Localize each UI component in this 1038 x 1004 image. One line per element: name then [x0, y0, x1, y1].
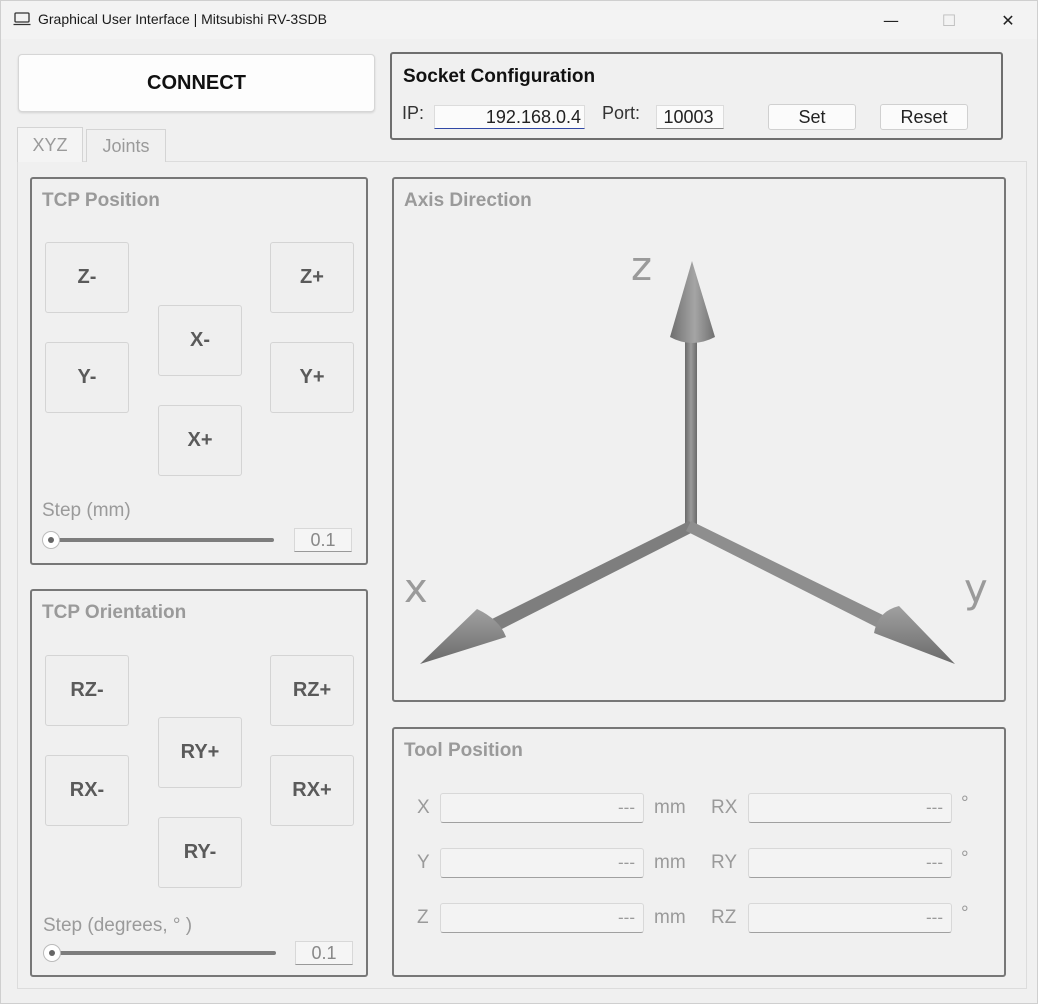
z-minus-button[interactable]: Z- [45, 242, 129, 313]
tool-z-field: --- [440, 903, 644, 933]
tool-z-unit: mm [654, 907, 686, 928]
tool-x-field: --- [440, 793, 644, 823]
port-label: Port: [602, 103, 641, 123]
port-input[interactable]: 10003 [656, 105, 724, 129]
step-mm-label: Step (mm) [42, 500, 131, 521]
step-degrees-value[interactable]: 0.1 [295, 941, 353, 965]
y-axis-label: y [964, 566, 988, 612]
z-plus-button[interactable]: Z+ [270, 242, 354, 313]
laptop-icon [13, 12, 31, 26]
tool-position-group: Tool Position X --- mm RX --- ° Y --- mm… [392, 727, 1006, 977]
rz-minus-button[interactable]: RZ- [45, 655, 129, 726]
connect-button[interactable]: CONNECT [18, 54, 375, 112]
ry-plus-button[interactable]: RY+ [158, 717, 242, 788]
z-axis-label: z [631, 244, 652, 290]
tool-rz-unit: ° [961, 903, 969, 924]
tool-rz-label: RZ [711, 907, 737, 928]
tcp-position-group: TCP Position Z- Z+ X- Y- Y+ X+ Step (mm)… [30, 177, 368, 565]
socket-configuration-title: Socket Configuration [403, 66, 596, 87]
title-bar: Graphical User Interface | Mitsubishi RV… [1, 1, 1037, 39]
step-degrees-slider-track[interactable] [46, 951, 276, 955]
tool-y-label: Y [417, 852, 430, 873]
maximize-button[interactable]: ☐ [926, 1, 972, 39]
tcp-orientation-title: TCP Orientation [42, 602, 187, 623]
app-window: Graphical User Interface | Mitsubishi RV… [0, 0, 1038, 1004]
tcp-orientation-group: TCP Orientation RZ- RZ+ RY+ RX- RX+ RY- … [30, 589, 368, 977]
ip-input[interactable]: 192.168.0.4 [434, 105, 585, 129]
close-button[interactable]: ✕ [985, 1, 1031, 39]
x-axis-label: x [404, 566, 428, 612]
z-axis-arrowhead [670, 261, 715, 343]
tool-z-label: Z [417, 907, 429, 928]
rz-plus-button[interactable]: RZ+ [270, 655, 354, 726]
tab-joints[interactable]: Joints [86, 129, 166, 162]
y-minus-button[interactable]: Y- [45, 342, 129, 413]
set-button[interactable]: Set [768, 104, 856, 130]
ip-label: IP: [402, 103, 425, 123]
step-mm-slider-track[interactable] [46, 538, 274, 542]
step-mm-value[interactable]: 0.1 [294, 528, 352, 552]
reset-button[interactable]: Reset [880, 104, 968, 130]
axis-direction-group: Axis Direction z x y [392, 177, 1006, 702]
y-axis-shaft [686, 521, 887, 630]
axis-diagram: z x y [404, 244, 988, 664]
tool-rz-field: --- [748, 903, 952, 933]
step-degrees-label: Step (degrees, ° ) [43, 915, 193, 936]
tcp-position-title: TCP Position [42, 190, 160, 211]
x-axis-arrowhead [420, 609, 506, 664]
tool-rx-unit: ° [961, 793, 969, 814]
window-title: Graphical User Interface | Mitsubishi RV… [38, 11, 327, 27]
rx-plus-button[interactable]: RX+ [270, 755, 354, 826]
x-plus-button[interactable]: X+ [158, 405, 242, 476]
tool-rx-field: --- [748, 793, 952, 823]
y-plus-button[interactable]: Y+ [270, 342, 354, 413]
tool-rx-label: RX [711, 797, 738, 818]
x-axis-shaft [490, 521, 697, 631]
tool-position-title: Tool Position [404, 740, 523, 761]
socket-configuration-group: Socket Configuration IP: 192.168.0.4 Por… [390, 52, 1003, 140]
tool-y-field: --- [440, 848, 644, 878]
tool-x-unit: mm [654, 797, 686, 818]
minimize-button[interactable]: — [868, 1, 914, 39]
z-axis-shaft [685, 329, 697, 525]
tool-ry-field: --- [748, 848, 952, 878]
tab-xyz[interactable]: XYZ [17, 127, 83, 162]
step-degrees-slider-thumb[interactable] [43, 944, 61, 962]
tool-ry-label: RY [711, 852, 738, 873]
tool-y-unit: mm [654, 852, 686, 873]
step-mm-slider-thumb[interactable] [42, 531, 60, 549]
x-minus-button[interactable]: X- [158, 305, 242, 376]
y-axis-arrowhead [874, 606, 955, 664]
rx-minus-button[interactable]: RX- [45, 755, 129, 826]
ry-minus-button[interactable]: RY- [158, 817, 242, 888]
tool-ry-unit: ° [961, 848, 969, 869]
tool-x-label: X [417, 797, 430, 818]
